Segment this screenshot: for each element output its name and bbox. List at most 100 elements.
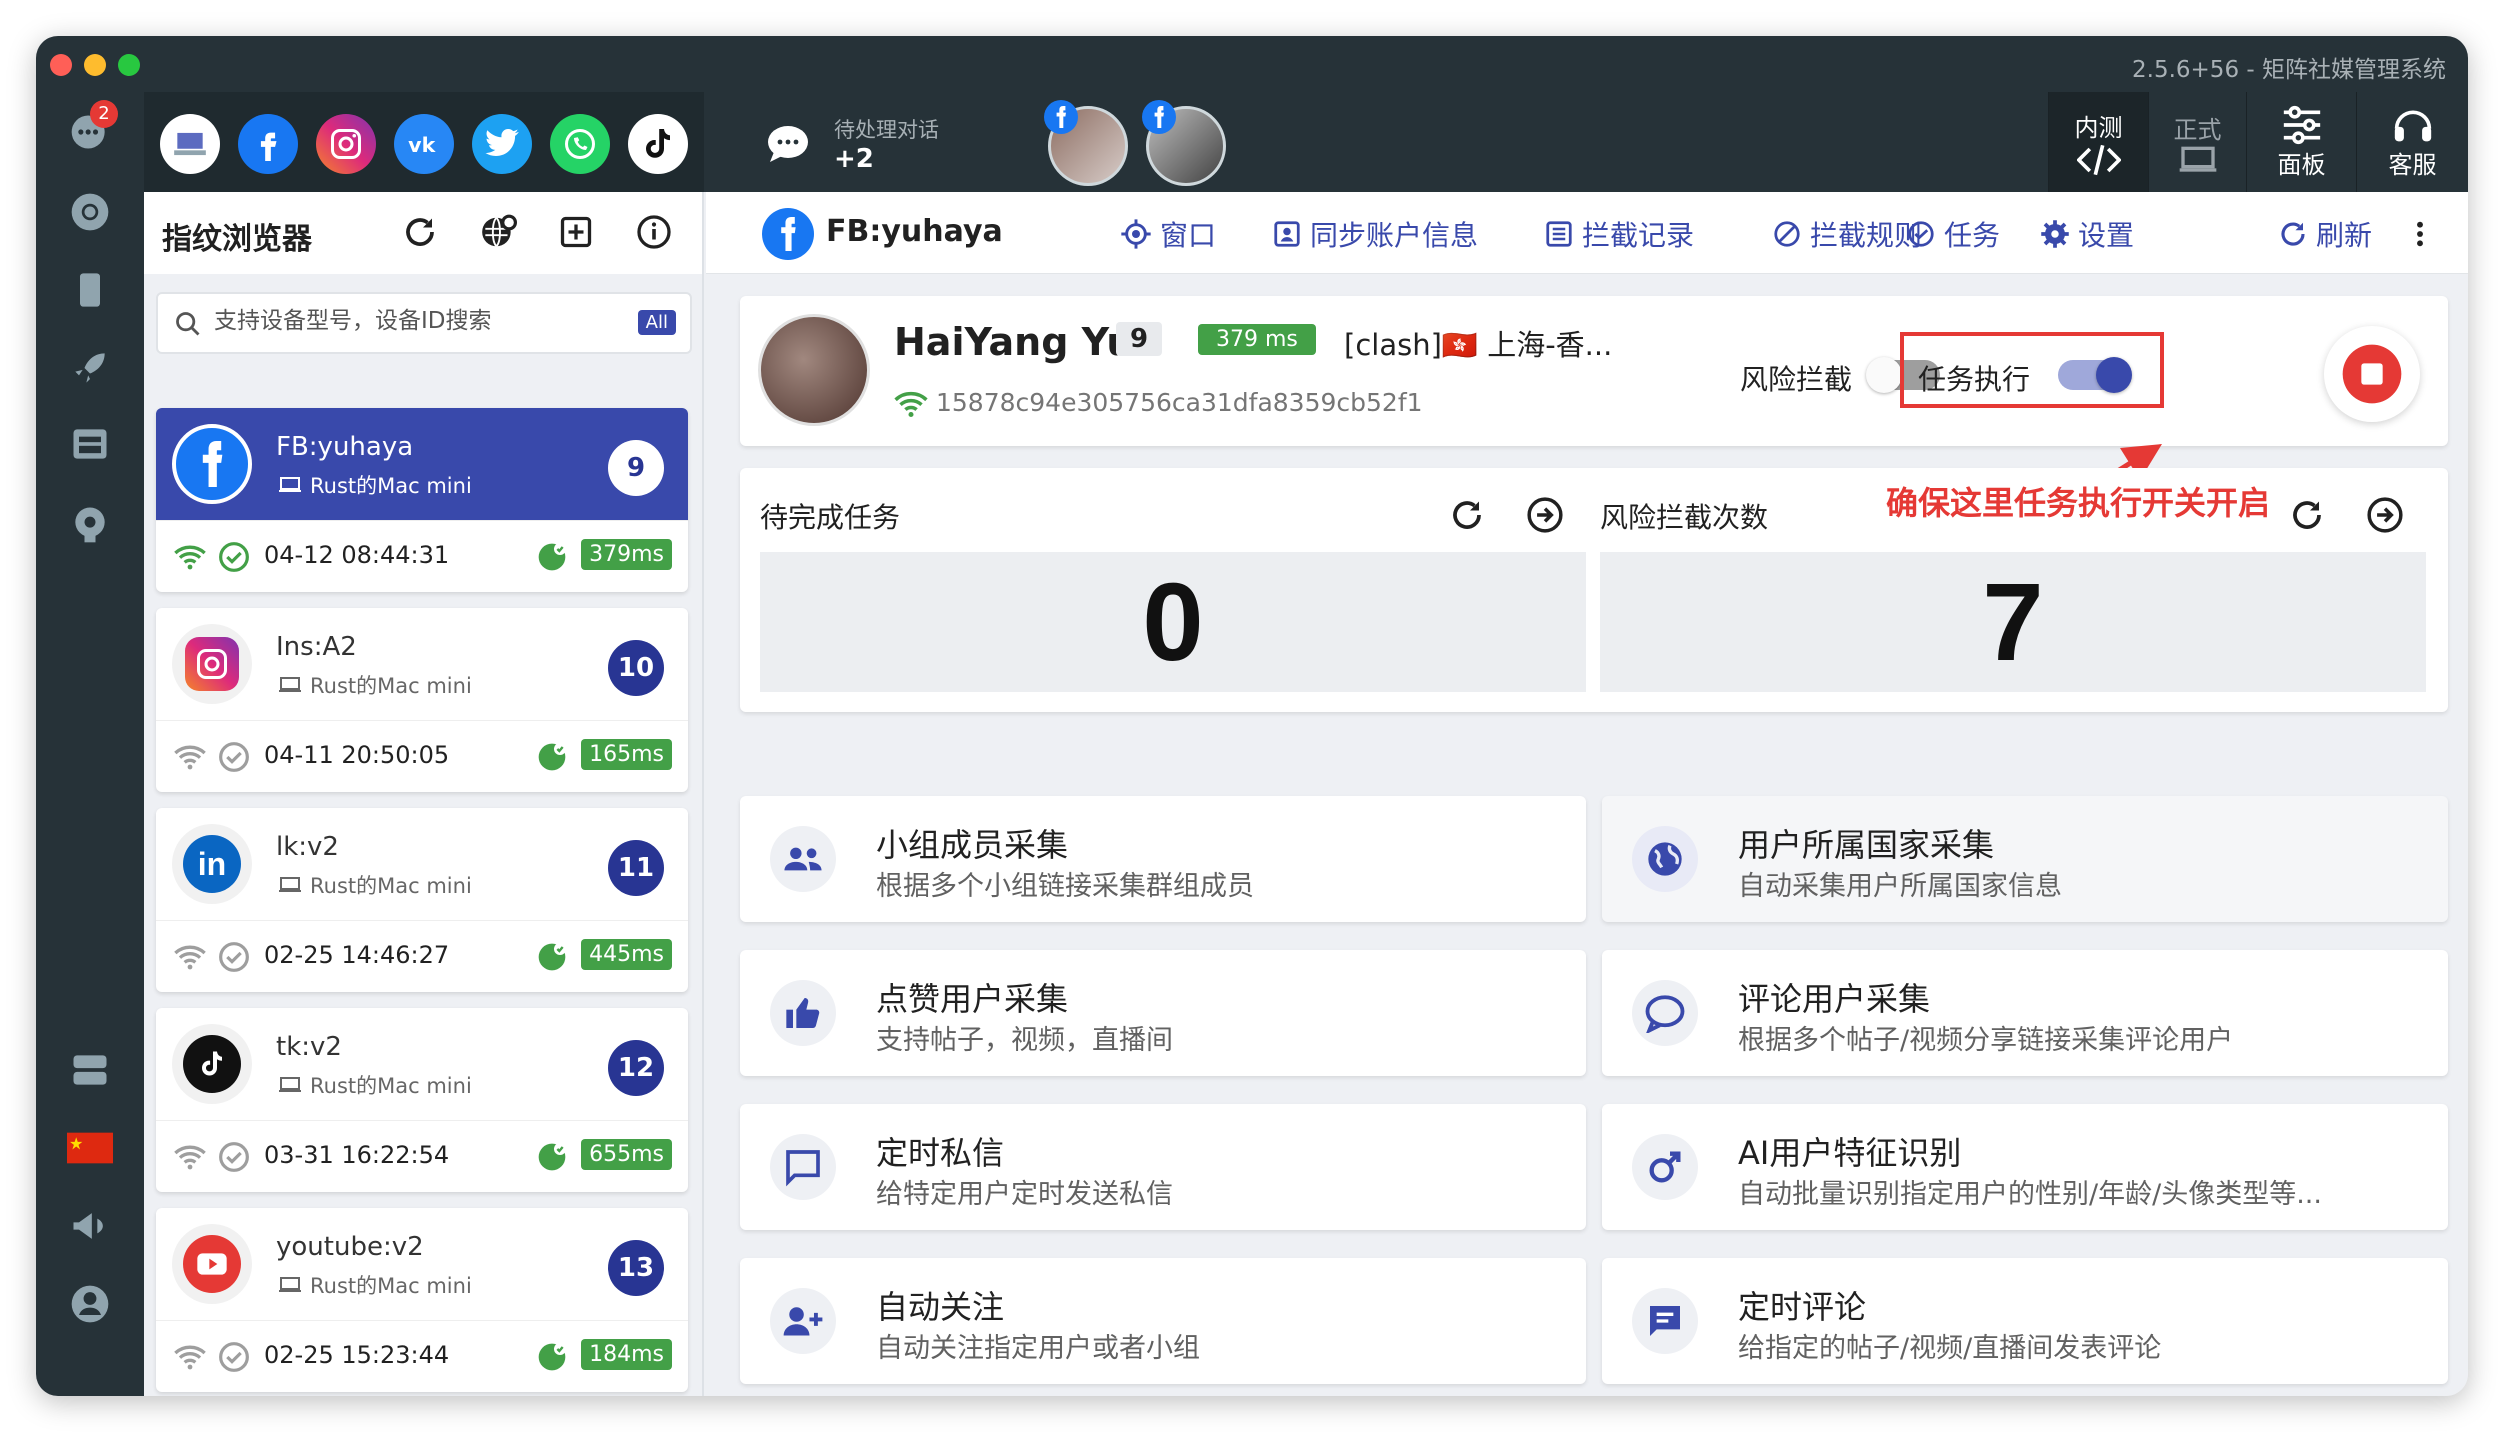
account-name: FB:yuhaya: [276, 432, 414, 462]
minimize-window-button[interactable]: [84, 54, 106, 76]
platform-vk[interactable]: vk: [394, 114, 454, 174]
feature-desc: 自动关注指定用户或者小组: [876, 1333, 1200, 1364]
check-circle-icon: [219, 942, 249, 972]
refresh-label: 刷新: [2316, 219, 2373, 252]
account-name: tk:v2: [276, 1032, 342, 1062]
rail-item-profile[interactable]: [60, 1274, 120, 1334]
intercept-rules-button[interactable]: 拦截规则: [1772, 214, 1922, 254]
env-beta-label: 内测: [2074, 113, 2123, 142]
phone-icon: [80, 273, 100, 307]
settings-button[interactable]: 设置: [2040, 214, 2134, 254]
megaphone-icon: [73, 1213, 103, 1239]
account-card[interactable]: FB:yuhaya Rust的Mac mini 9 04-12 08:44:31…: [156, 408, 688, 592]
laptop-icon: [279, 877, 301, 892]
rail-item-devices[interactable]: [60, 260, 120, 320]
task-execution-label: 任务执行: [1918, 363, 2031, 396]
instagram-icon: [172, 624, 252, 704]
feature-card[interactable]: 点赞用户采集 支持帖子，视频，直播间: [740, 950, 1586, 1076]
rail-item-launch[interactable]: [60, 338, 120, 398]
chat-bubble-icon: [768, 126, 808, 162]
wifi-icon: [894, 391, 928, 418]
refresh-risk-button[interactable]: [2286, 494, 2328, 536]
group-icon: [770, 826, 836, 892]
support-button[interactable]: 客服: [2356, 92, 2468, 192]
more-menu-button[interactable]: [2412, 218, 2428, 254]
add-browser-button[interactable]: [556, 212, 596, 252]
feature-card[interactable]: 定时私信 给特定用户定时发送私信: [740, 1104, 1586, 1230]
feature-card[interactable]: 小组成员采集 根据多个小组链接采集群组成员: [740, 796, 1586, 922]
task-execution-toggle[interactable]: [2058, 357, 2132, 393]
open-risk-button[interactable]: [2364, 494, 2406, 536]
platform-twitter[interactable]: [472, 114, 532, 174]
platform-tiktok[interactable]: [628, 114, 688, 174]
sync-account-button[interactable]: 同步账户信息: [1272, 214, 1478, 254]
account-box-icon: [1274, 221, 1300, 247]
rail-item-support[interactable]: [60, 494, 120, 554]
rail-item-browser[interactable]: [60, 182, 120, 242]
rail-item-announcements[interactable]: [60, 1196, 120, 1256]
pending-chat-count: +2: [834, 144, 874, 174]
pending-chat-button[interactable]: [764, 122, 812, 170]
youtube-icon: [172, 1224, 252, 1304]
laptop-icon: [174, 132, 206, 156]
stop-button[interactable]: [2324, 326, 2420, 422]
maximize-window-button[interactable]: [118, 54, 140, 76]
refresh-list-button[interactable]: [400, 212, 440, 252]
laptop-icon: [279, 1077, 301, 1092]
refresh-account-button[interactable]: 刷新: [2278, 214, 2372, 254]
account-card[interactable]: youtube:v2 Rust的Mac mini 13 02-25 15:23:…: [156, 1208, 688, 1392]
feature-desc: 根据多个帖子/视频分享链接采集评论用户: [1738, 1025, 2234, 1056]
info-button[interactable]: [634, 212, 674, 252]
feature-desc: 自动采集用户所属国家信息: [1738, 871, 2062, 902]
account-name: Ins:A2: [276, 632, 357, 662]
feature-card[interactable]: 定时评论 给指定的帖子/视频/直播间发表评论: [1602, 1258, 2448, 1384]
stop-icon: [2342, 344, 2402, 404]
env-beta-button[interactable]: 内测: [2048, 92, 2148, 192]
window-button[interactable]: 窗口: [1120, 214, 1216, 254]
account-count: 11: [608, 840, 664, 896]
globe-check-icon: [538, 943, 566, 971]
code-icon: [2076, 144, 2121, 175]
block-icon: [1774, 221, 1800, 247]
account-device-row: Rust的Mac mini: [278, 1070, 472, 1100]
proxy-settings-button[interactable]: [478, 212, 518, 252]
account-card[interactable]: Ins:A2 Rust的Mac mini 10 04-11 20:50:05 1…: [156, 608, 688, 792]
profile-id: 15878c94e305756ca31dfa8359cb52f1: [936, 388, 1423, 417]
platform-whatsapp[interactable]: [550, 114, 610, 174]
rail-item-servers[interactable]: [60, 1040, 120, 1100]
close-window-button[interactable]: [50, 54, 72, 76]
rail-item-chat[interactable]: 2: [60, 100, 120, 162]
platform-facebook[interactable]: [238, 114, 298, 174]
panel-button[interactable]: 面板: [2246, 92, 2356, 192]
search-input[interactable]: [214, 308, 614, 334]
rail-item-language[interactable]: [60, 1118, 120, 1178]
unread-badge: 2: [90, 100, 118, 128]
intercept-records-button[interactable]: 拦截记录: [1544, 214, 1694, 254]
pending-chat-label: 待处理对话: [834, 118, 939, 142]
account-card[interactable]: in lk:v2 Rust的Mac mini 11 02-25 14:46:27…: [156, 808, 688, 992]
feature-title: 小组成员采集: [876, 826, 1069, 864]
account-latency: 165ms: [581, 739, 672, 770]
vk-icon: vk: [408, 133, 436, 157]
account-card[interactable]: tk:v2 Rust的Mac mini 12 03-31 16:22:54 65…: [156, 1008, 688, 1192]
account-latency: 445ms: [581, 939, 672, 970]
tasks-button[interactable]: 任务: [1906, 214, 2000, 254]
platform-instagram[interactable]: [316, 114, 376, 174]
filter-all-chip[interactable]: All: [637, 310, 676, 335]
laptop-icon: [279, 477, 301, 492]
open-pending-button[interactable]: [1524, 494, 1566, 536]
platform-bar: vk: [144, 92, 704, 192]
feature-card[interactable]: 自动关注 自动关注指定用户或者小组: [740, 1258, 1586, 1384]
feature-card[interactable]: 评论用户采集 根据多个帖子/视频分享链接采集评论用户: [1602, 950, 2448, 1076]
env-prod-button[interactable]: 正式: [2148, 92, 2246, 192]
rail-item-store[interactable]: [60, 414, 120, 474]
title-bar: 2.5.6+56 - 矩阵社媒管理系统: [36, 36, 2468, 92]
refresh-pending-button[interactable]: [1446, 494, 1488, 536]
feature-card[interactable]: 用户所属国家采集 自动采集用户所属国家信息: [1602, 796, 2448, 922]
platform-browser[interactable]: [160, 114, 220, 174]
account-device: Rust的Mac mini: [310, 474, 472, 498]
check-circle-icon: [219, 1142, 249, 1172]
feature-card[interactable]: AI用户特征识别 自动批量识别指定用户的性别/年龄/头像类型等...: [1602, 1104, 2448, 1230]
wifi-icon: [174, 1145, 206, 1170]
pending-tasks-label: 待完成任务: [760, 501, 901, 534]
